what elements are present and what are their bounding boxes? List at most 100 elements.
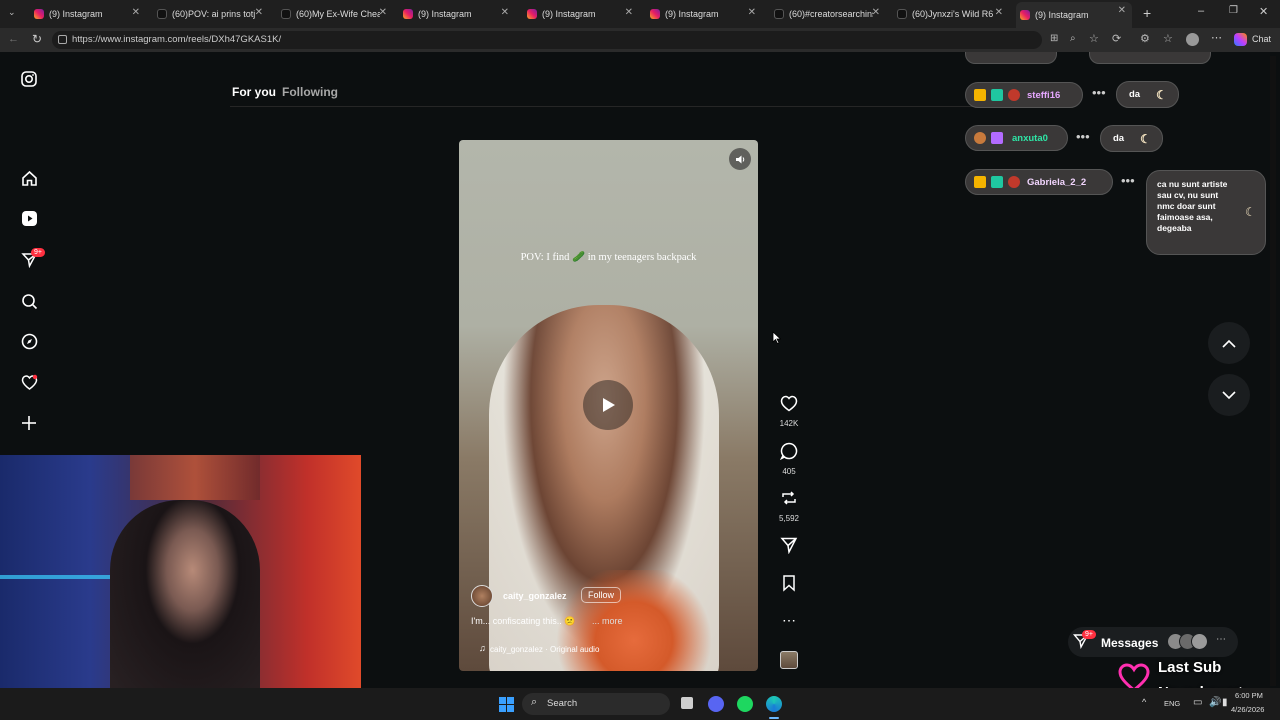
profile-avatar[interactable] <box>1186 33 1199 46</box>
instagram-icon <box>403 9 413 19</box>
copilot-chat-label[interactable]: Chat <box>1252 34 1271 44</box>
audio-thumbnail[interactable] <box>780 651 798 669</box>
share-action[interactable] <box>777 536 801 559</box>
close-tab-icon[interactable]: ✕ <box>501 7 509 18</box>
instagram-logo-icon[interactable] <box>18 68 40 90</box>
more-options-icon[interactable]: ⋯ <box>777 612 801 629</box>
network-icon[interactable]: ▭ <box>1193 697 1202 708</box>
start-button[interactable] <box>499 697 514 712</box>
crown-badge-icon <box>974 176 986 188</box>
browser-tab[interactable]: (9) Instagram ✕ <box>523 4 639 24</box>
play-button[interactable] <box>583 380 633 430</box>
explore-icon[interactable] <box>18 330 40 352</box>
taskbar-search[interactable]: ⌕ Search <box>522 693 670 715</box>
mute-button[interactable] <box>729 148 751 170</box>
reels-icon[interactable] <box>18 207 40 229</box>
speaker-icon <box>735 155 744 163</box>
discord-icon[interactable] <box>708 696 724 712</box>
reload-icon[interactable]: ↻ <box>32 32 42 46</box>
url-field[interactable]: https://www.instagram.com/reels/DXh47GKA… <box>52 31 1042 49</box>
chat-pill-partial-right <box>1089 52 1211 64</box>
task-view-icon[interactable] <box>681 697 693 709</box>
close-tab-icon[interactable]: ✕ <box>379 7 387 18</box>
volume-icon[interactable]: 🔊 <box>1209 697 1221 708</box>
browser-tab[interactable]: (60)Jynxzi's Wild R6 Co✕ <box>893 4 1009 24</box>
browser-tab[interactable]: (9) Instagram ✕ <box>30 4 146 24</box>
webcam-feed <box>0 455 361 688</box>
window-close-button[interactable]: ✕ <box>1259 5 1268 18</box>
repost-action[interactable]: 5,592 <box>777 489 801 523</box>
tab-following[interactable]: Following <box>282 85 338 99</box>
comment-action[interactable]: 405 <box>777 442 801 476</box>
reel-author-avatar[interactable] <box>471 585 493 607</box>
reel-audio[interactable]: caity_gonzalez · Original audio <box>490 645 599 654</box>
chat-dots-icon: ••• <box>1076 129 1090 144</box>
reel-username[interactable]: caity_gonzalez <box>503 591 567 601</box>
chat-reply-text: da <box>1113 133 1125 144</box>
reel-more-link[interactable]: ... more <box>592 616 623 626</box>
home-icon[interactable] <box>18 167 40 189</box>
page-scrollbar[interactable] <box>1270 56 1276 686</box>
chat-message-anxuta0: anxuta0 <box>965 125 1068 151</box>
next-reel-button[interactable] <box>1208 374 1250 416</box>
create-plus-icon[interactable] <box>18 412 40 434</box>
close-tab-icon[interactable]: ✕ <box>1118 5 1126 16</box>
extensions-icon[interactable]: ⟳ <box>1112 32 1121 45</box>
share-icon <box>780 537 798 555</box>
edge-icon[interactable] <box>766 696 782 712</box>
close-tab-icon[interactable]: ✕ <box>748 7 756 18</box>
copilot-icon[interactable] <box>1234 33 1247 46</box>
save-action[interactable] <box>777 574 801 597</box>
heart-icon <box>780 395 798 412</box>
mouse-cursor-icon <box>772 331 781 344</box>
clock-date[interactable]: 4/26/2026 <box>1231 705 1264 714</box>
minimize-button[interactable]: – <box>1198 5 1204 17</box>
webcam-shelf-light <box>0 575 120 579</box>
tiktok-icon <box>897 9 907 19</box>
browser-tab[interactable]: (9) Instagram ✕ <box>399 4 515 24</box>
browser-tab[interactable]: (9) Instagram ✕ <box>646 4 762 24</box>
browser-tab[interactable]: (9) Instagram ✕ <box>1016 2 1132 28</box>
close-tab-icon[interactable]: ✕ <box>132 7 140 18</box>
windows-taskbar: ⌕ Search ^ ENG ▭ 🔊 ▮ 6:00 PM 4/26/2026 <box>0 688 1280 720</box>
browser-tab[interactable]: (60)#creatorsearchinsig✕ <box>770 4 886 24</box>
close-tab-icon[interactable]: ✕ <box>625 7 633 18</box>
browser-tab[interactable]: (60)My Ex-Wife Cheated✕ <box>277 4 393 24</box>
close-tab-icon[interactable]: ✕ <box>995 7 1003 18</box>
messages-badge: 9+ <box>1082 630 1096 639</box>
back-icon[interactable]: ← <box>8 33 19 45</box>
browser-tab-label: (60)#creatorsearchinsig <box>789 9 873 19</box>
extension-icon[interactable]: ⚙ <box>1140 32 1150 45</box>
search-icon[interactable] <box>18 290 40 312</box>
search-icon: ⌕ <box>531 696 538 708</box>
instagram-icon <box>1020 10 1030 20</box>
like-action[interactable]: 142K <box>777 395 801 428</box>
tray-chevron-icon[interactable]: ^ <box>1142 697 1146 707</box>
follow-button[interactable]: Follow <box>581 587 622 603</box>
tab-actions-chevron-icon[interactable]: ⌄ <box>8 7 16 18</box>
close-tab-icon[interactable]: ✕ <box>255 7 263 18</box>
spotify-icon[interactable] <box>737 696 753 712</box>
favorite-star-icon[interactable]: ☆ <box>1089 32 1099 45</box>
close-tab-icon[interactable]: ✕ <box>872 7 880 18</box>
new-tab-button[interactable]: + <box>1143 5 1151 21</box>
browser-tab-label: (9) Instagram <box>418 9 472 19</box>
maximize-button[interactable]: ❐ <box>1229 5 1238 16</box>
chat-reply-da-1: da ☾ <box>1116 81 1179 108</box>
active-app-indicator <box>769 717 779 719</box>
previous-reel-button[interactable] <box>1208 322 1250 364</box>
site-info-icon[interactable] <box>58 35 67 44</box>
clock-time[interactable]: 6:00 PM <box>1235 691 1263 700</box>
notifications-heart-icon[interactable] <box>18 371 40 393</box>
reel-video[interactable]: POV: I find 🥒 in my teenagers backpack c… <box>459 140 758 671</box>
battery-icon[interactable]: ▮ <box>1222 697 1228 708</box>
favorites-icon[interactable]: ☆ <box>1163 32 1173 45</box>
chat-username: anxuta0 <box>1012 132 1048 144</box>
apps-icon[interactable]: ⊞ <box>1050 33 1058 44</box>
more-menu-icon[interactable]: ⋯ <box>1211 31 1222 44</box>
language-indicator[interactable]: ENG <box>1164 699 1180 708</box>
messages-label[interactable]: Messages <box>1101 636 1158 650</box>
tab-for-you[interactable]: For you <box>232 85 276 99</box>
browser-tab[interactable]: (60)POV: ai prins totj so✕ <box>153 4 269 24</box>
zoom-icon[interactable]: ⌕ <box>1070 33 1076 44</box>
